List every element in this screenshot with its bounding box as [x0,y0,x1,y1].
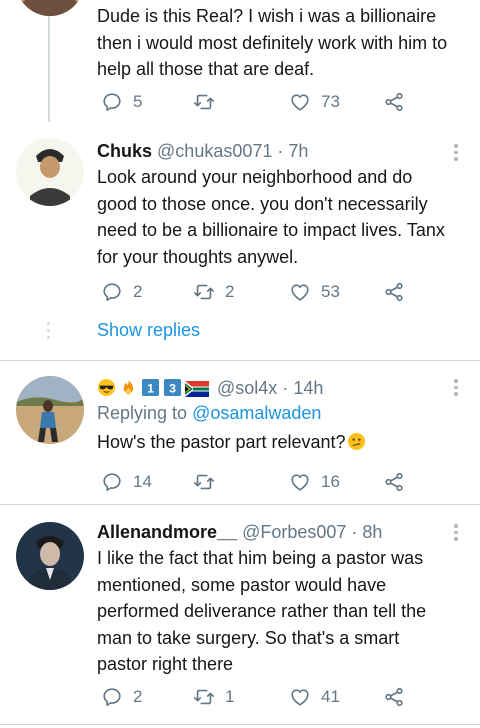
share-icon [385,472,403,492]
tweet-header: Chuks @chukas0071 · 7h [97,141,309,161]
tweet-0[interactable]: Dude is this Real? I wish i was a billio… [0,0,480,122]
more-icon[interactable] [454,144,458,164]
retweet-icon [194,474,214,490]
share-icon [385,92,403,112]
like-icon [291,474,309,491]
share-button[interactable] [383,685,405,709]
reply-count: 14 [133,472,152,491]
reply-button[interactable]: 14 [101,470,152,494]
avatar[interactable]: Ho Lee Fuk [16,138,84,206]
user-handle[interactable]: @chukas0071 [157,141,272,161]
tweet-text: I like the fact that him being a pastor … [97,548,427,674]
like-button[interactable]: 41 [289,685,340,709]
like-count: 73 [321,92,340,111]
tweet-header: 13 @sol4x · 14h [97,376,452,400]
timestamp[interactable]: 14h [293,378,323,398]
like-icon [291,284,309,301]
south-africa-flag-icon [185,379,209,398]
tweet-text: How's the pastor part relevant? [97,429,452,456]
timestamp[interactable]: 8h [362,522,382,542]
tweet-1[interactable]: Ho Lee Fuk Chuks @chukas0071 · 7h Look a… [0,122,480,360]
tweet-3[interactable]: Allenandmore__ @Forbes007 · 8h I like th… [0,505,480,728]
like-button[interactable]: 73 [289,90,340,114]
share-button[interactable] [383,280,405,304]
reply-icon [103,283,121,301]
retweet-icon [194,284,214,300]
retweet-count: 2 [225,282,235,301]
share-icon [385,282,403,302]
retweet-button[interactable] [193,90,215,114]
confused-face-emoji-icon [347,432,366,451]
keycap-1-emoji-icon: 1 [141,378,160,397]
timestamp[interactable]: 7h [288,141,308,161]
svg-text:1: 1 [147,381,154,395]
like-count: 16 [321,472,340,491]
thread-line [48,16,50,122]
fire-emoji-icon [119,378,138,397]
more-icon[interactable] [454,379,458,399]
replying-label: Replying to [97,403,188,423]
show-replies-link[interactable]: Show replies [97,320,200,341]
svg-text:3: 3 [169,381,176,395]
tweet-text: Look around your neighborhood and do goo… [97,167,445,267]
reply-button[interactable]: 2 [101,685,142,709]
reply-count: 2 [133,687,143,706]
reply-count: 5 [133,92,143,111]
reply-icon [103,688,121,706]
like-count: 53 [321,282,340,301]
keycap-3-emoji-icon: 3 [163,378,182,397]
display-name[interactable]: Allenandmore__ [97,522,237,542]
user-handle[interactable]: @Forbes007 [242,522,346,542]
more-icon[interactable] [454,524,458,544]
share-icon [385,687,403,707]
retweet-icon [194,689,214,705]
avatar[interactable] [16,522,84,590]
reply-button[interactable]: 5 [101,90,142,114]
avatar-caption: Ho Lee Fuk [37,198,63,204]
replying-to-mention[interactable]: @osamalwaden [192,403,321,423]
avatar[interactable] [16,0,84,16]
user-handle[interactable]: @sol4x [217,378,277,398]
like-icon [291,94,309,111]
share-button[interactable] [383,90,405,114]
tweet-header: Allenandmore__ @Forbes007 · 8h [97,522,383,542]
like-icon [291,689,309,706]
tweet-2[interactable]: 13 @sol4x · 14h Replying to @osamalwaden… [0,361,480,503]
like-button[interactable]: 53 [289,280,340,304]
like-button[interactable]: 16 [289,470,340,494]
reply-icon [103,473,121,491]
retweet-count: 1 [225,687,235,706]
tweet-text: Dude is this Real? I wish i was a billio… [97,6,448,79]
reply-count: 2 [133,282,143,301]
divider [0,724,480,725]
share-button[interactable] [383,470,405,494]
display-name[interactable]: Chuks [97,141,152,161]
tweet-text-body: How's the pastor part relevant? [97,432,346,452]
retweet-button[interactable]: 2 [193,280,234,304]
retweet-button[interactable]: 1 [193,685,234,709]
reply-button[interactable]: 2 [101,280,142,304]
reply-icon [103,93,121,111]
retweet-button[interactable] [193,470,215,494]
display-name-emojis[interactable]: 13 [97,378,217,398]
retweet-icon [194,94,214,110]
avatar[interactable] [16,376,84,444]
thread-connector [47,322,51,343]
sunglasses-emoji-icon [97,378,116,397]
replying-to: Replying to @osamalwaden [97,400,452,426]
like-count: 41 [321,687,340,706]
